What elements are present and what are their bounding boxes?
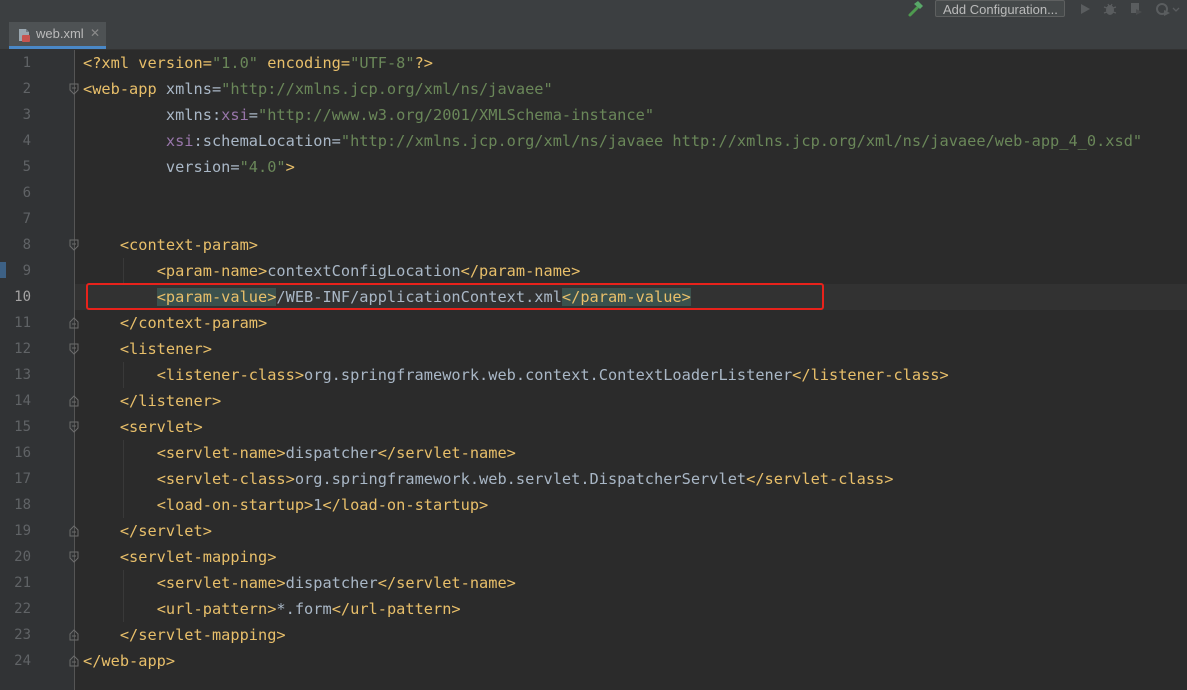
line-number-gutter: 1 2 3 4 5 6 7 8 9 10 11 12 13 14 15 16 1… bbox=[0, 50, 79, 690]
code-line: </servlet-mapping> bbox=[119, 626, 286, 644]
code-editor[interactable]: <?xml version="1.0" encoding="UTF-8"?> <… bbox=[75, 50, 1187, 690]
run-icon[interactable] bbox=[1077, 1, 1093, 17]
code-line: <servlet-mapping> bbox=[119, 548, 277, 566]
line-number: 12 bbox=[14, 341, 31, 357]
chevron-down-icon[interactable] bbox=[1171, 1, 1181, 17]
line-number: 21 bbox=[14, 575, 31, 591]
code-line: </listener> bbox=[119, 392, 222, 410]
line-number: 3 bbox=[22, 107, 31, 123]
line-number: 16 bbox=[14, 445, 31, 461]
code-line: xmlns:xsi="http://www.w3.org/2001/XMLSch… bbox=[165, 106, 655, 124]
line-number: 7 bbox=[22, 211, 31, 227]
code-line: <listener-class>org.springframework.web.… bbox=[156, 366, 949, 384]
run-configuration-button[interactable]: Add Configuration... bbox=[935, 0, 1065, 17]
line-number: 13 bbox=[14, 367, 31, 383]
code-line: xsi:schemaLocation="http://xmlns.jcp.org… bbox=[165, 132, 1143, 150]
line-number: 19 bbox=[14, 523, 31, 539]
line-number: 14 bbox=[14, 393, 31, 409]
code-line: <servlet> bbox=[119, 418, 203, 436]
code-line: version="4.0"> bbox=[165, 158, 295, 176]
line-number-current: 10 bbox=[14, 289, 31, 305]
close-icon[interactable]: ✕ bbox=[90, 26, 100, 40]
line-number: 22 bbox=[14, 601, 31, 617]
line-number: 1 bbox=[22, 55, 31, 71]
line-number: 4 bbox=[22, 133, 31, 149]
line-number: 17 bbox=[14, 471, 31, 487]
annotation-highlight-box bbox=[86, 283, 824, 310]
line-number: 23 bbox=[14, 627, 31, 643]
code-line: <context-param> bbox=[119, 236, 258, 254]
line-number: 8 bbox=[22, 237, 31, 253]
code-line: </servlet> bbox=[119, 522, 212, 540]
hammer-icon[interactable] bbox=[906, 0, 926, 18]
tab-label: web.xml bbox=[36, 26, 84, 41]
code-line: <?xml version="1.0" encoding="UTF-8"?> bbox=[83, 54, 433, 72]
debug-icon[interactable] bbox=[1102, 1, 1118, 17]
line-number: 15 bbox=[14, 419, 31, 435]
xml-file-icon bbox=[19, 29, 30, 42]
code-line: <web-app xmlns="http://xmlns.jcp.org/xml… bbox=[83, 80, 553, 98]
code-line: <listener> bbox=[119, 340, 212, 358]
line-number: 5 bbox=[22, 159, 31, 175]
code-line: <load-on-startup>1</load-on-startup> bbox=[156, 496, 489, 514]
profile-icon[interactable] bbox=[1155, 1, 1171, 17]
line-number: 18 bbox=[14, 497, 31, 513]
line-number: 2 bbox=[22, 81, 31, 97]
tab-web-xml[interactable]: web.xml ✕ bbox=[9, 22, 106, 49]
line-number: 11 bbox=[14, 315, 31, 331]
editor-tab-strip: web.xml ✕ bbox=[0, 22, 1187, 50]
main-toolbar: Add Configuration... bbox=[0, 0, 1187, 22]
line-number: 6 bbox=[22, 185, 31, 201]
line-number: 20 bbox=[14, 549, 31, 565]
code-line: <url-pattern>*.form</url-pattern> bbox=[156, 600, 461, 618]
code-line: <servlet-class>org.springframework.web.s… bbox=[156, 470, 894, 488]
code-line: <servlet-name>dispatcher</servlet-name> bbox=[156, 444, 516, 462]
code-line: <servlet-name>dispatcher</servlet-name> bbox=[156, 574, 516, 592]
coverage-icon[interactable] bbox=[1128, 1, 1144, 17]
code-line: </web-app> bbox=[83, 652, 176, 670]
line-number: 9 bbox=[22, 263, 31, 279]
code-line: </context-param> bbox=[119, 314, 268, 332]
code-line: <param-name>contextConfigLocation</param… bbox=[156, 262, 581, 280]
line-number: 24 bbox=[14, 653, 31, 669]
